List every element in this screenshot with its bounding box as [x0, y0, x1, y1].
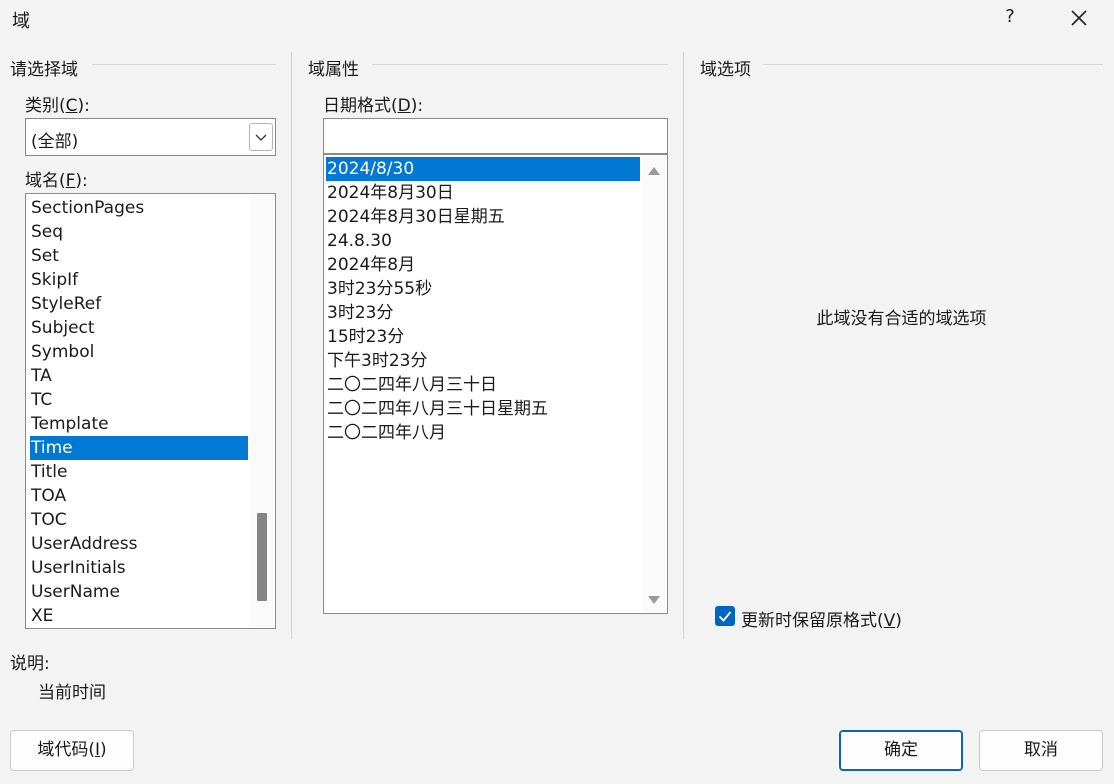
field-list-item[interactable]: Seq — [30, 220, 248, 244]
format-list-item[interactable]: 2024年8月30日 — [326, 181, 640, 205]
ok-button[interactable]: 确定 — [839, 730, 963, 771]
field-list-item[interactable]: UserAddress — [30, 532, 248, 556]
dialog-title: 域 — [12, 11, 30, 32]
no-options-message: 此域没有合适的域选项 — [816, 309, 987, 329]
field-codes-button[interactable]: 域代码(I) — [10, 730, 134, 771]
format-list-item[interactable]: 二〇二四年八月 — [326, 421, 640, 445]
field-list-item[interactable]: Set — [30, 244, 248, 268]
scroll-down-arrow-icon[interactable] — [648, 596, 660, 604]
group-divider — [372, 64, 668, 65]
format-list-item[interactable]: 15时23分 — [326, 325, 640, 349]
checkmark-icon — [718, 611, 732, 622]
description-text: 当前时间 — [38, 683, 106, 703]
field-options-group-title: 域选项 — [700, 60, 751, 80]
format-list-item[interactable]: 3时23分55秒 — [326, 277, 640, 301]
help-button[interactable]: ? — [998, 6, 1022, 27]
field-name-label: 域名(F): — [25, 171, 88, 191]
group-divider — [92, 64, 276, 65]
category-value: (全部) — [31, 132, 79, 152]
field-list-item[interactable]: UserName — [30, 580, 248, 604]
description-label: 说明: — [10, 654, 50, 674]
group-divider — [763, 64, 1103, 65]
format-list-item[interactable]: 2024年8月 — [326, 253, 640, 277]
close-icon — [1071, 10, 1087, 26]
category-select[interactable]: (全部) — [25, 118, 276, 156]
field-list-item[interactable]: Title — [30, 460, 248, 484]
format-list-scrollbar[interactable] — [642, 156, 666, 612]
format-list-item[interactable]: 2024/8/30 — [326, 157, 640, 181]
field-list-item[interactable]: Template — [30, 412, 248, 436]
format-list-item[interactable]: 下午3时23分 — [326, 349, 640, 373]
field-list-item[interactable]: Time — [30, 436, 248, 460]
format-list-item[interactable]: 二〇二四年八月三十日星期五 — [326, 397, 640, 421]
chevron-down-icon — [255, 134, 267, 141]
field-properties-group-title: 域属性 — [308, 60, 359, 80]
date-format-label: 日期格式(D): — [323, 96, 424, 116]
format-list-item[interactable]: 24.8.30 — [326, 229, 640, 253]
field-list-item[interactable]: UserInitials — [30, 556, 248, 580]
select-field-group-title: 请选择域 — [10, 60, 78, 80]
format-list-item[interactable]: 3时23分 — [326, 301, 640, 325]
field-name-list[interactable]: SectionPages Seq Set SkipIf StyleRef Subject S… — [25, 193, 276, 629]
cancel-button[interactable]: 取消 — [979, 730, 1103, 771]
scroll-up-arrow-icon[interactable] — [648, 167, 660, 175]
category-dropdown-button[interactable] — [249, 123, 273, 151]
field-list-item[interactable]: StyleRef — [30, 292, 248, 316]
date-format-input[interactable] — [323, 118, 668, 154]
format-list-item[interactable]: 二〇二四年八月三十日 — [326, 373, 640, 397]
date-format-list[interactable]: 2024/8/30 2024年8月30日 2024年8月30日星期五 24.8.30 2… — [323, 154, 668, 614]
panel-separator — [291, 52, 292, 639]
field-list-item[interactable]: SkipIf — [30, 268, 248, 292]
field-list-item[interactable]: Subject — [30, 316, 248, 340]
field-list-item[interactable]: TOA — [30, 484, 248, 508]
title-bar — [0, 0, 1114, 40]
category-label: 类别(C): — [25, 96, 90, 116]
format-list-item[interactable]: 2024年8月30日星期五 — [326, 205, 640, 229]
field-list-item[interactable]: TC — [30, 388, 248, 412]
field-list-item[interactable]: TOC — [30, 508, 248, 532]
close-button[interactable] — [1066, 5, 1092, 31]
field-list-item[interactable]: Symbol — [30, 340, 248, 364]
field-list-scroll-thumb[interactable] — [257, 513, 267, 601]
field-list-item[interactable]: XE — [30, 604, 248, 628]
preserve-format-checkbox[interactable] — [715, 606, 735, 626]
preserve-format-label[interactable]: 更新时保留原格式(V) — [741, 606, 902, 631]
field-list-item[interactable]: TA — [30, 364, 248, 388]
field-list-item[interactable]: SectionPages — [30, 196, 248, 220]
panel-separator — [683, 52, 684, 639]
field-list-scrollbar[interactable] — [250, 195, 274, 627]
